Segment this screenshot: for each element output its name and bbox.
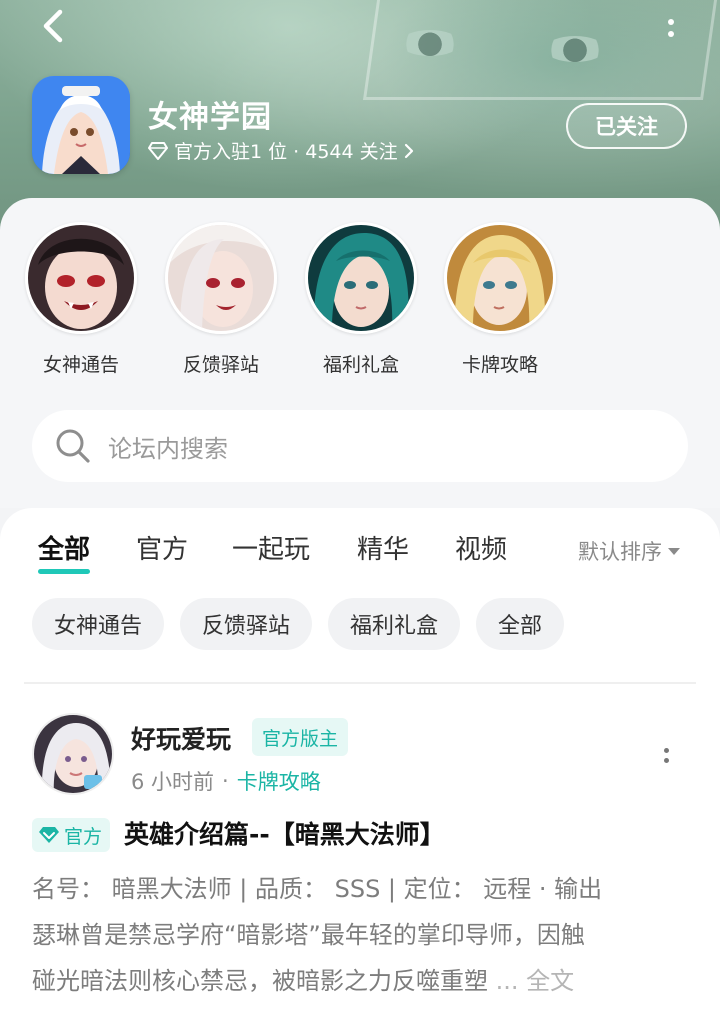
channel-shortcuts: 女神通告 反馈驿站 福利礼盒 卡牌攻略 [0,222,720,382]
chip-feedback[interactable]: 反馈驿站 [180,598,313,650]
chevron-left-icon [43,9,63,43]
post-meta: 6 小时前 · 卡牌攻略 [131,766,321,796]
channel-label: 福利礼盒 [322,354,399,376]
banner-eye-decoration [545,36,605,62]
follow-button[interactable]: 已关注 [566,103,687,149]
sort-label: 默认排序 [578,540,662,564]
post-options-button[interactable] [656,740,676,770]
forum-meta-link[interactable]: 官方入驻1 位 · 4544 关注 [148,137,414,164]
diamond-icon [148,141,168,160]
post-excerpt-line: 名号： 暗黑大法师 | 品质： SSS | 定位： 远程 · 输出 [32,875,603,903]
excerpt-ellipsis: ... [488,967,527,995]
chip-announcement[interactable]: 女神通告 [32,598,165,650]
post-excerpt-line-last: 碰光暗法则核心禁忌，被暗影之力反噬重塑 ... 全文 [32,958,688,1004]
read-more-link[interactable]: 全文 [526,967,574,995]
caret-down-icon [668,547,680,555]
forum-title: 女神学园 [148,100,272,135]
channel-gift-box[interactable]: 福利礼盒 [291,222,431,377]
channel-label: 反馈驿站 [182,354,259,376]
post-feed: 全部 官方 一起玩 精华 视频 默认排序 女神通告 反馈驿站 福利礼盒 全部 好… [0,508,720,1015]
forum-meta-text: 官方入驻1 位 · 4544 关注 [174,141,398,163]
dot-icon [663,757,669,763]
post-time: 6 小时前 [131,770,215,794]
post-excerpt-line: 瑟琳曾是禁忌学府“暗影塔”最年轻的掌印导师，因触 [32,921,585,949]
banner-eye-decoration [400,30,460,56]
official-tag-label: 官方 [64,825,103,848]
back-button[interactable] [32,4,76,48]
channel-avatar [25,222,137,334]
channel-avatar [305,222,417,334]
feed-tabs: 全部 官方 一起玩 精华 视频 默认排序 [0,530,720,580]
moderator-badge: 官方版主 [252,718,349,756]
channel-label: 女神通告 [42,354,119,376]
tab-featured[interactable]: 精华 [357,530,409,574]
channel-card-guide[interactable]: 卡牌攻略 [430,222,570,377]
tab-video[interactable]: 视频 [455,530,507,574]
channel-avatar [444,222,556,334]
tab-all[interactable]: 全部 [38,530,91,574]
official-tag: 官方 [32,818,111,852]
author-name[interactable]: 好玩爱玩 [131,720,231,756]
channels-card: 女神通告 反馈驿站 福利礼盒 卡牌攻略 论坛内搜索 [0,198,720,508]
diamond-icon [39,827,59,843]
channel-feedback[interactable]: 反馈驿站 [151,222,291,377]
channel-announcement[interactable]: 女神通告 [11,222,151,377]
sort-dropdown[interactable]: 默认排序 [578,536,680,566]
chevron-right-icon [404,143,413,158]
tab-play-together[interactable]: 一起玩 [232,530,310,574]
post-excerpt-text: 碰光暗法则核心禁忌，被暗影之力反噬重塑 [32,967,488,995]
game-app-icon [32,76,130,174]
more-options-button[interactable] [656,8,686,48]
search-icon [56,429,90,463]
search-placeholder: 论坛内搜索 [108,434,228,463]
author-avatar[interactable] [32,713,114,795]
dot-icon [663,747,669,753]
tab-official[interactable]: 官方 [136,530,188,574]
post-excerpt[interactable]: 名号： 暗黑大法师 | 品质： SSS | 定位： 远程 · 输出 瑟琳曾是禁忌… [32,866,688,1004]
post-title[interactable]: 英雄介绍篇--【暗黑大法师】 [124,818,445,852]
channel-label: 卡牌攻略 [461,354,538,376]
meta-separator: · [222,769,229,793]
dot-icon [668,31,674,37]
chip-gift-box[interactable]: 福利礼盒 [328,598,461,650]
channel-avatar [165,222,277,334]
category-filter-chips: 女神通告 反馈驿站 福利礼盒 全部 [32,598,565,650]
forum-search-bar[interactable]: 论坛内搜索 [32,410,688,482]
chip-all[interactable]: 全部 [476,598,565,650]
post-category-link[interactable]: 卡牌攻略 [237,766,321,796]
divider [24,682,696,684]
dot-icon [668,19,674,25]
